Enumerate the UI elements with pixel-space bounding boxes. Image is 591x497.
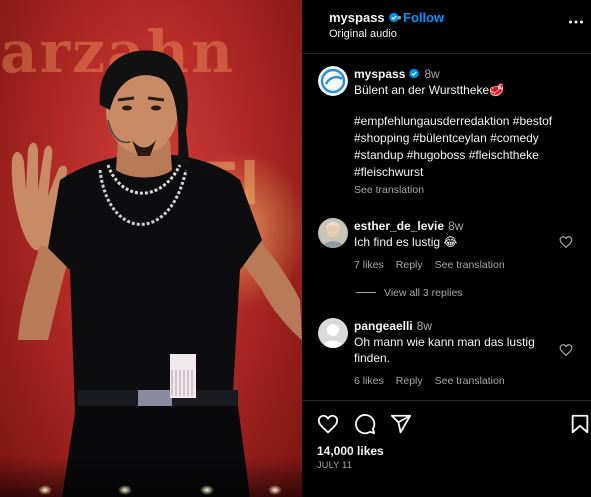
comment-header: pangeaelli 8w	[354, 318, 432, 335]
heart-icon[interactable]	[559, 343, 573, 357]
comment-icon[interactable]	[354, 413, 376, 435]
comment-header: esther_de_levie 8w	[354, 218, 463, 235]
caption-hashtags-4[interactable]: #fleischwurst	[354, 164, 423, 181]
verified-badge-icon	[409, 68, 420, 79]
post-author[interactable]: myspass	[329, 10, 400, 25]
performer-figure	[11, 50, 302, 497]
caption-time: 8w	[424, 67, 440, 81]
caption-header: myspass 8w	[354, 66, 440, 83]
header-separator: •	[397, 10, 402, 25]
heart-icon[interactable]	[317, 413, 339, 435]
reply-button[interactable]: Reply	[396, 259, 423, 271]
post-detail-panel: myspass • Follow Original audio myspass	[302, 0, 591, 497]
post-date: JULY 11	[317, 460, 353, 470]
comment-text-line-2: finden.	[354, 351, 391, 365]
comment-avatar[interactable]	[318, 318, 348, 348]
stage-footlights	[0, 481, 302, 495]
replies-divider	[356, 292, 376, 293]
post-header: myspass • Follow Original audio	[302, 0, 591, 54]
comment-avatar[interactable]	[318, 218, 348, 248]
comment-username[interactable]: esther_de_levie	[354, 219, 444, 233]
bookmark-icon[interactable]	[569, 413, 591, 435]
caption-username[interactable]: myspass	[354, 67, 405, 81]
comments-section: myspass 8w Bülent an der Wursttheke🥩 #em…	[302, 55, 591, 400]
more-options-icon[interactable]	[568, 14, 584, 30]
caption-author-avatar[interactable]	[318, 66, 348, 96]
caption-hashtags-2[interactable]: #shopping #bülentceylan #comedy	[354, 130, 539, 147]
comment-meta: 7 likes Reply See translation	[354, 259, 517, 271]
view-replies-toggle[interactable]: View all 3 replies	[356, 287, 463, 299]
see-translation-link[interactable]: See translation	[435, 259, 505, 271]
comment-time: 8w	[416, 319, 433, 333]
comment-text: Ich find es lustig 😂	[354, 235, 458, 249]
heart-icon[interactable]	[559, 235, 573, 249]
reply-button[interactable]: Reply	[396, 375, 423, 387]
comment-text-line-1: Oh mann wie kann man das lustig	[354, 335, 535, 349]
comment-time: 8w	[448, 219, 464, 233]
comment-username[interactable]: pangeaelli	[354, 319, 413, 333]
comment-likes[interactable]: 7 likes	[354, 259, 384, 271]
share-icon[interactable]	[390, 413, 412, 435]
caption-hashtags-3[interactable]: #standup #hugoboss #fleischtheke	[354, 147, 539, 164]
comment-likes[interactable]: 6 likes	[354, 375, 384, 387]
caption-hashtags-1[interactable]: #empfehlungausderredaktion #bestof	[354, 113, 552, 130]
post-actions-bar: 14,000 likes JULY 11	[302, 400, 591, 497]
view-replies-label[interactable]: View all 3 replies	[384, 287, 463, 299]
see-translation-link[interactable]: See translation	[435, 375, 505, 387]
post-media[interactable]: arzahn Fl	[0, 0, 302, 497]
see-translation-link[interactable]: See translation	[354, 184, 424, 196]
post-author-username[interactable]: myspass	[329, 10, 385, 25]
caption-see-translation[interactable]: See translation	[354, 184, 436, 196]
follow-button[interactable]: Follow	[403, 10, 444, 25]
caption-title: Bülent an der Wursttheke🥩	[354, 83, 505, 97]
likes-count[interactable]: 14,000 likes	[317, 444, 384, 458]
comment-meta: 6 likes Reply See translation	[354, 375, 517, 387]
original-audio-link[interactable]: Original audio	[329, 28, 397, 40]
